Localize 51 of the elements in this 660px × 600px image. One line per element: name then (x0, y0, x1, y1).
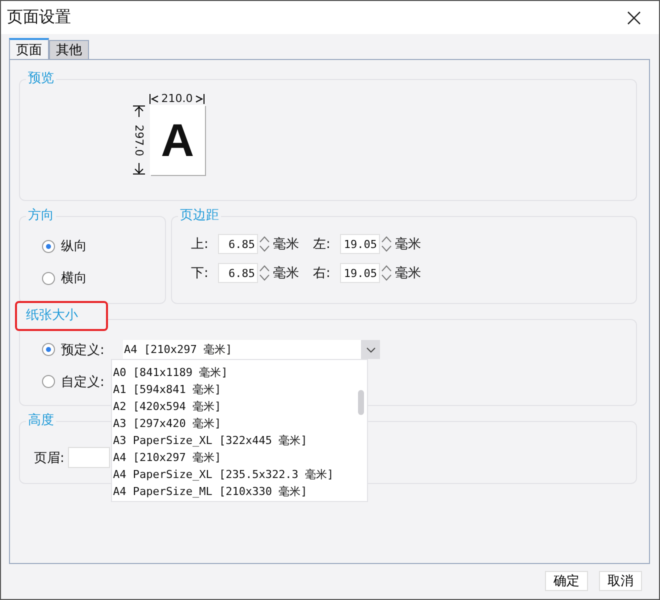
field-label: 页眉: (34, 450, 64, 466)
scrollbar-thumb[interactable] (358, 390, 364, 415)
width-value: 210.0 (161, 92, 193, 105)
radio-button[interactable] (42, 343, 55, 356)
dropdown-item[interactable]: A3 [297x420 毫米] (112, 415, 367, 432)
dialog-button[interactable]: 确定 (545, 571, 588, 591)
unit-label: 毫米 (273, 236, 299, 253)
radio-label: 纵向 (61, 238, 87, 255)
dropdown-item[interactable]: A0 [841x1189 毫米] (112, 364, 367, 381)
close-icon[interactable] (627, 10, 641, 24)
radio-button[interactable] (42, 240, 55, 252)
radio-button[interactable] (42, 272, 55, 284)
radio-label: 横向 (61, 270, 87, 287)
spinner-icon[interactable] (380, 263, 393, 283)
paper-size-dropdown[interactable]: A4 [210x297 毫米] (123, 340, 380, 359)
spinner-icon[interactable] (380, 234, 393, 254)
unit-label: 毫米 (273, 265, 299, 282)
number-field[interactable]: 6.85 (218, 263, 258, 283)
radio-label: 预定义: (61, 342, 106, 358)
radio-button[interactable] (42, 375, 55, 388)
unit-label: 毫米 (395, 236, 421, 253)
dropdown-item[interactable]: A2 [420x594 毫米] (112, 398, 367, 415)
page-preview: A (150, 105, 205, 175)
number-field[interactable]: 19.05 (340, 263, 380, 283)
arrow-up-icon (133, 105, 145, 117)
dialog-button[interactable]: 取消 (599, 571, 642, 591)
window-title: 页面设置 (7, 7, 71, 28)
number-field[interactable]: 19.05 (340, 234, 380, 254)
dropdown-item[interactable]: A4 PaperSize_XL [235.5x322.3 毫米] (112, 466, 367, 483)
field-label: 左: (313, 236, 332, 253)
tab[interactable]: 其他 (49, 40, 89, 59)
arrow-left-icon (149, 94, 159, 104)
number-field[interactable]: 6.85 (218, 234, 258, 254)
height-value: 297.0 (132, 124, 146, 156)
arrow-right-icon (195, 94, 205, 104)
field-label: 上: (191, 236, 210, 253)
unit-label: 毫米 (395, 265, 421, 282)
field-label: 下: (191, 265, 210, 282)
dropdown-item[interactable]: A4 PaperSize_ML [210x330 毫米] (112, 483, 367, 500)
field-label: 右: (313, 265, 332, 282)
chevron-down-icon (366, 346, 376, 352)
spinner-icon[interactable] (258, 234, 271, 254)
radio-label: 自定义: (61, 374, 106, 390)
dropdown-item[interactable]: A4 [210x297 毫米] (112, 449, 367, 466)
arrow-down-icon (133, 163, 145, 175)
dropdown-item[interactable]: A3 PaperSize_XL [322x445 毫米] (112, 432, 367, 449)
input-field[interactable] (68, 447, 110, 468)
spinner-icon[interactable] (258, 263, 271, 283)
dropdown-item[interactable]: A1 [594x841 毫米] (112, 381, 367, 398)
section-title: 纸张大小 (15, 301, 108, 331)
tab[interactable]: 页面 (9, 38, 49, 59)
